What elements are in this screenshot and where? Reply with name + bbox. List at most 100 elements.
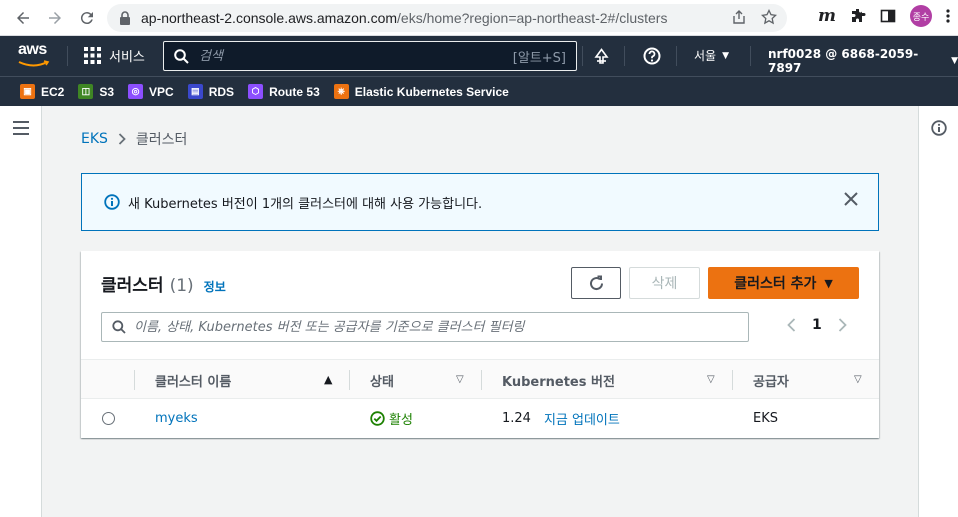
panel-header: 클러스터 (1) 정보 <box>101 271 226 296</box>
account-label: nrf0028 @ 6868-2059-7897 <box>768 47 919 75</box>
column-header-label: 공급자 <box>753 374 789 390</box>
column-header-status[interactable]: 상태 <box>370 360 394 400</box>
search-icon <box>112 320 126 334</box>
cluster-filter[interactable] <box>101 312 749 342</box>
region-selector[interactable]: 서울 ▼ <box>694 47 729 64</box>
side-navigation-rail <box>0 106 42 517</box>
aws-logo-text: aws <box>18 41 47 58</box>
column-header-name[interactable]: 클러스터 이름 <box>155 360 231 400</box>
caret-down-icon: ▼ <box>722 50 730 61</box>
favorite-route53[interactable]: ⬡ Route 53 <box>248 84 320 99</box>
delete-button[interactable]: 삭제 <box>629 267 700 299</box>
aws-top-nav: aws 서비스 [알트+S] 서울 ▼ nrf0028 @ 6868-2059-… <box>0 36 958 76</box>
breadcrumb: EKS 클러스터 <box>81 129 187 149</box>
cluster-count: (1) <box>169 276 194 296</box>
sort-ascending-icon[interactable]: ▲ <box>324 373 332 386</box>
route53-icon: ⬡ <box>248 84 264 99</box>
favorites-bar: ▣ EC2 ◫ S3 ◎ VPC ▤ RDS ⬡ Route 53 ⎈ Elas… <box>0 76 958 106</box>
info-circle-icon <box>104 194 120 210</box>
pagination: 1 <box>787 317 847 333</box>
global-search-input[interactable] <box>199 48 499 64</box>
cluster-filter-input[interactable] <box>134 319 734 335</box>
status-text: 활성 <box>389 413 413 428</box>
column-header-label: 상태 <box>370 374 394 390</box>
browser-toolbar: ap-northeast-2.console.aws.amazon.com/ek… <box>0 0 958 36</box>
sort-caret-icon[interactable]: ▽ <box>854 374 862 385</box>
aws-logo[interactable]: aws <box>18 41 52 69</box>
update-now-link[interactable]: 지금 업데이트 <box>544 409 620 428</box>
status-cell: 활성 <box>370 399 413 438</box>
panel-title: 클러스터 <box>101 276 164 296</box>
forward-arrow-icon[interactable] <box>42 5 68 31</box>
table-row[interactable]: myeks 활성 1.24 지금 업데이트 EKS <box>81 399 879 438</box>
global-search-box[interactable]: [알트+S] <box>163 41 577 71</box>
aws-smile-icon <box>18 60 50 67</box>
favorite-ec2[interactable]: ▣ EC2 <box>20 84 64 99</box>
favorite-label: EC2 <box>41 84 65 99</box>
share-icon[interactable] <box>731 9 747 25</box>
favorite-label: Elastic Kubernetes Service <box>354 84 509 99</box>
table-header: 클러스터 이름 ▲ 상태 ▽ Kubernetes 버전 ▽ 공급자 ▽ <box>81 359 879 399</box>
favorite-vpc[interactable]: ◎ VPC <box>128 84 174 99</box>
ec2-icon: ▣ <box>20 84 35 99</box>
sort-caret-icon[interactable]: ▽ <box>456 374 464 385</box>
column-header-version[interactable]: Kubernetes 버전 <box>502 360 615 400</box>
caret-down-icon: ▼ <box>824 276 833 290</box>
extension-m-icon[interactable]: m <box>818 6 836 26</box>
row-select-radio[interactable] <box>102 412 115 425</box>
refresh-button[interactable] <box>571 267 621 299</box>
info-panel-icon[interactable] <box>931 120 947 136</box>
chevron-right-icon[interactable] <box>838 318 847 332</box>
favorite-eks[interactable]: ⎈ Elastic Kubernetes Service <box>333 84 509 99</box>
url-text: ap-northeast-2.console.aws.amazon.com/ek… <box>141 10 667 26</box>
profile-avatar[interactable]: 종수 <box>910 5 932 27</box>
favorite-rds[interactable]: ▤ RDS <box>187 84 235 99</box>
add-cluster-button[interactable]: 클러스터 추가 ▼ <box>708 267 859 299</box>
kebab-menu-icon[interactable] <box>946 8 950 24</box>
nav-divider <box>750 46 751 66</box>
refresh-icon <box>589 275 603 290</box>
s3-icon: ◫ <box>78 84 94 99</box>
search-shortcut-hint: [알트+S] <box>512 50 566 66</box>
back-arrow-icon[interactable] <box>10 5 36 31</box>
info-link[interactable]: 정보 <box>204 278 226 295</box>
column-header-provider[interactable]: 공급자 <box>753 360 789 400</box>
puzzle-extensions-icon[interactable] <box>850 8 866 24</box>
side-panel-icon[interactable] <box>880 8 896 24</box>
address-bar[interactable]: ap-northeast-2.console.aws.amazon.com/ek… <box>107 4 787 32</box>
url-domain: ap-northeast-2.console.aws.amazon.com <box>141 10 398 26</box>
account-menu[interactable]: nrf0028 @ 6868-2059-7897 ▼ <box>768 47 958 75</box>
favorite-label: VPC <box>149 84 174 99</box>
nav-divider <box>67 46 68 66</box>
favorite-label: RDS <box>208 84 235 99</box>
hamburger-menu-icon[interactable] <box>13 121 29 135</box>
cluster-name-link[interactable]: myeks <box>155 399 198 438</box>
column-header-label: Kubernetes 버전 <box>502 374 615 390</box>
provider-text: EKS <box>753 411 778 426</box>
vpc-icon: ◎ <box>128 84 144 99</box>
region-label: 서울 <box>694 49 717 63</box>
services-menu-button[interactable]: 서비스 <box>84 46 145 65</box>
reload-icon[interactable] <box>74 5 100 31</box>
lock-icon <box>120 11 130 25</box>
flash-message: 새 Kubernetes 버전이 1개의 클러스터에 대해 사용 가능합니다. <box>128 196 483 212</box>
nav-divider <box>582 46 583 66</box>
bookmark-star-icon[interactable] <box>761 9 777 25</box>
version-text: 1.24 <box>502 411 531 426</box>
help-icon[interactable] <box>643 47 661 65</box>
breadcrumb-eks-link[interactable]: EKS <box>81 131 108 147</box>
cloudshell-bell-icon[interactable] <box>593 48 610 65</box>
sort-caret-icon[interactable]: ▽ <box>707 374 715 385</box>
nav-divider <box>624 46 625 66</box>
rds-icon: ▤ <box>187 84 203 99</box>
favorite-s3[interactable]: ◫ S3 <box>78 84 114 99</box>
chevron-left-icon[interactable] <box>787 318 796 332</box>
favorite-label: S3 <box>99 84 115 99</box>
close-icon[interactable] <box>844 192 858 206</box>
eks-icon: ⎈ <box>333 84 349 99</box>
nav-divider <box>676 46 677 66</box>
search-icon <box>174 48 189 64</box>
chevron-right-icon <box>118 133 126 145</box>
breadcrumb-current: 클러스터 <box>135 132 188 148</box>
current-page[interactable]: 1 <box>812 317 822 333</box>
